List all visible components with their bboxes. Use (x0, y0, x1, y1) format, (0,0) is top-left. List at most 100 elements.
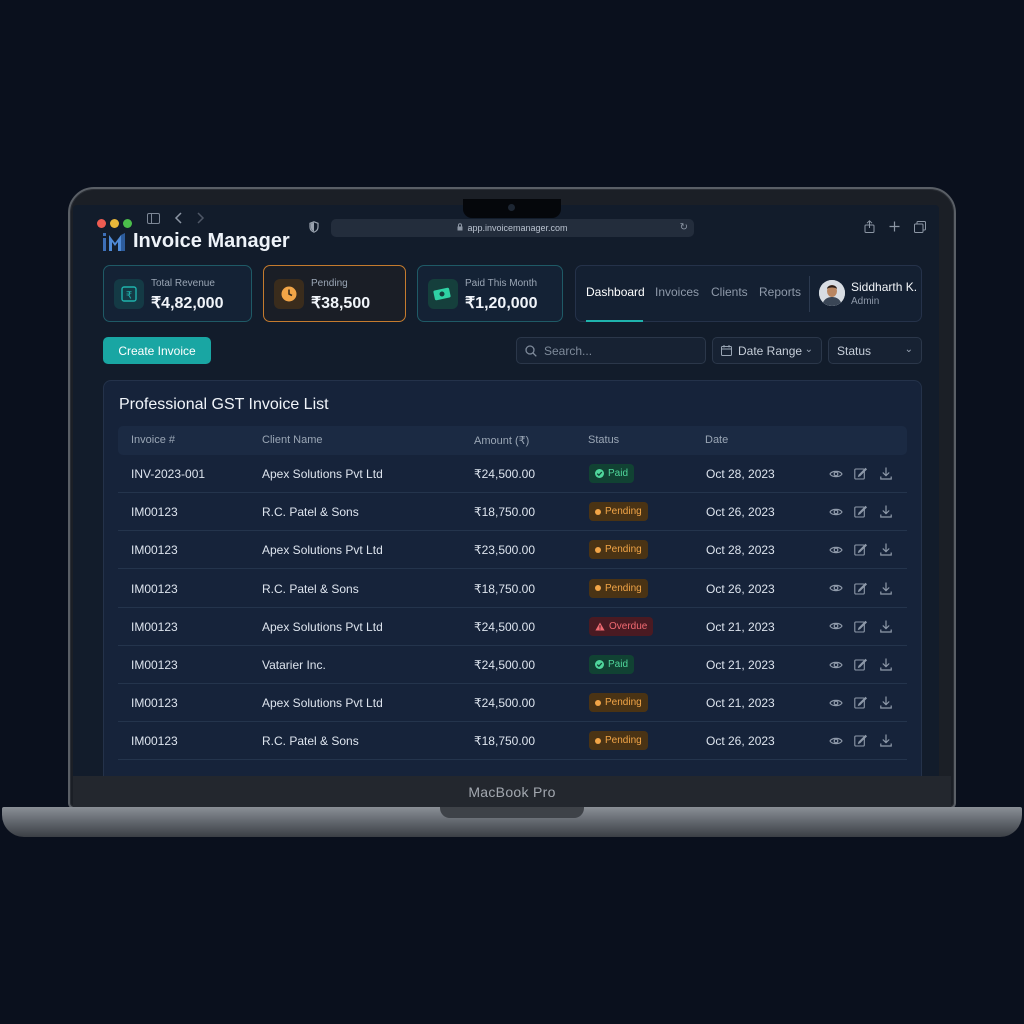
table-header: Invoice # Client Name Amount (₹) Status … (118, 426, 907, 455)
forward-icon[interactable] (196, 212, 205, 226)
stat-label: Pending (311, 278, 348, 289)
table-row[interactable]: IM00123 Apex Solutions Pvt Ltd ₹24,500.00 O… (118, 684, 907, 723)
edit-icon[interactable] (853, 619, 868, 634)
tab-reports[interactable]: Reports (759, 285, 801, 299)
eye-icon[interactable] (828, 542, 843, 557)
eye-icon[interactable] (828, 733, 843, 748)
column-header-client[interactable]: Client Name (262, 434, 323, 446)
status-badge: Paid (589, 655, 635, 674)
invoice-date: Oct 21, 2023 (706, 619, 775, 634)
edit-icon[interactable] (853, 657, 868, 672)
invoice-date: Oct 26, 2023 (706, 734, 775, 749)
table-row[interactable]: IM00123 Apex Solutions Pvt Ltd ₹23,500.00 O… (118, 531, 907, 570)
address-bar[interactable]: app.invoicemanager.com ↻ (331, 219, 694, 237)
status-badge: Pending (589, 502, 648, 522)
download-icon[interactable] (878, 657, 893, 672)
edit-icon[interactable] (853, 733, 868, 748)
tab-overview-icon[interactable] (914, 221, 926, 235)
table-row[interactable]: IM00123 R.C. Patel & Sons ₹18,750.00 Oct 26… (118, 722, 907, 761)
download-icon[interactable] (878, 619, 893, 634)
table-row[interactable]: INV-2023-001 Apex Solutions Pvt Ltd ₹24,50… (118, 455, 907, 493)
back-icon[interactable] (174, 212, 183, 226)
download-icon[interactable] (878, 581, 893, 596)
stat-value: ₹4,82,000 (151, 295, 224, 312)
lock-icon (457, 223, 463, 233)
client-name: Apex Solutions Pvt Ltd (262, 543, 383, 558)
user-name[interactable]: Siddharth K. (851, 280, 917, 294)
close-window-icon[interactable] (97, 219, 106, 228)
share-icon[interactable] (864, 220, 875, 235)
check-circle-icon (595, 660, 604, 669)
table-row[interactable]: IM00123 Vatarier Inc. ₹24,500.00 Oct 21, 20… (118, 646, 907, 684)
chevron-down-icon: ⌄ (904, 344, 913, 355)
column-header-status[interactable]: Status (588, 434, 619, 446)
app-logo-icon (103, 233, 127, 251)
stat-card-total-revenue[interactable]: ₹ Total Revenue ₹4,82,000 (103, 265, 252, 322)
row-actions (828, 504, 893, 519)
column-header-invoice[interactable]: Invoice # (131, 434, 175, 446)
invoice-table-panel: Professional GST Invoice List Invoice # … (103, 380, 922, 776)
column-header-date[interactable]: Date (705, 434, 728, 446)
tab-dashboard[interactable]: Dashboard (586, 285, 645, 299)
shield-icon (309, 221, 319, 235)
sidebar-toggle-icon[interactable] (147, 213, 160, 226)
invoice-date: Oct 28, 2023 (706, 467, 775, 481)
eye-icon[interactable] (828, 504, 843, 519)
calendar-icon (721, 345, 732, 356)
invoice-number: INV-2023-001 (131, 467, 206, 481)
date-range-select[interactable]: Date Range ⌄ (712, 337, 822, 364)
edit-icon[interactable] (853, 504, 868, 519)
invoice-number: IM00123 (131, 505, 178, 520)
create-invoice-button[interactable]: Create Invoice (103, 337, 211, 364)
stat-value: ₹1,20,000 (465, 295, 538, 312)
invoice-number: IM00123 (131, 658, 178, 672)
eye-icon[interactable] (828, 695, 843, 710)
stat-label: Paid This Month (465, 278, 538, 289)
search-input[interactable]: Search... (516, 337, 706, 364)
download-icon[interactable] (878, 542, 893, 557)
invoice-amount: ₹24,500.00 (474, 467, 536, 481)
tab-clients[interactable]: Clients (711, 285, 748, 299)
minimize-window-icon[interactable] (110, 219, 119, 228)
eye-icon[interactable] (828, 619, 843, 634)
download-icon[interactable] (878, 504, 893, 519)
download-icon[interactable] (878, 466, 893, 481)
eye-icon[interactable] (828, 466, 843, 481)
row-actions (828, 657, 893, 672)
rupee-icon: ₹ (114, 279, 144, 309)
row-actions (828, 695, 893, 710)
stat-card-paid-this-month[interactable]: Paid This Month ₹1,20,000 (417, 265, 563, 322)
table-row[interactable]: IM00123 R.C. Patel & Sons ₹18,750.00 Oct 26… (118, 493, 907, 532)
table-title: Professional GST Invoice List (119, 396, 329, 413)
invoice-date: Oct 28, 2023 (706, 543, 775, 558)
status-badge: Paid (589, 464, 635, 483)
invoice-number: IM00123 (131, 696, 178, 711)
dot-icon (595, 699, 601, 706)
eye-icon[interactable] (828, 657, 843, 672)
download-icon[interactable] (878, 695, 893, 710)
status-text: Paid (608, 468, 629, 479)
dot-icon (595, 508, 601, 515)
stat-card-pending[interactable]: Pending ₹38,500 (263, 265, 406, 322)
edit-icon[interactable] (853, 542, 868, 557)
status-text: Pending (605, 582, 642, 594)
edit-icon[interactable] (853, 581, 868, 596)
avatar[interactable] (819, 280, 845, 306)
column-header-amount[interactable]: Amount (₹) (474, 434, 529, 447)
status-select[interactable]: Status ⌄ (828, 337, 922, 364)
table-row[interactable]: IM00123 Apex Solutions Pvt Ltd ₹24,500.00 O… (118, 608, 907, 646)
tab-invoices[interactable]: Invoices (655, 285, 699, 299)
invoice-date: Oct 21, 2023 (706, 696, 775, 711)
status-text: Pending (605, 544, 642, 556)
download-icon[interactable] (878, 733, 893, 748)
eye-icon[interactable] (828, 581, 843, 596)
dot-icon (595, 737, 601, 744)
edit-icon[interactable] (853, 695, 868, 710)
table-row[interactable]: IM00123 R.C. Patel & Sons ₹18,750.00 Oct 26… (118, 570, 907, 608)
reload-icon[interactable]: ↻ (680, 222, 688, 233)
maximize-window-icon[interactable] (123, 219, 132, 228)
new-tab-icon[interactable] (889, 221, 900, 234)
invoice-date: Oct 21, 2023 (706, 658, 775, 672)
status-text: Overdue (609, 620, 648, 632)
edit-icon[interactable] (853, 466, 868, 481)
